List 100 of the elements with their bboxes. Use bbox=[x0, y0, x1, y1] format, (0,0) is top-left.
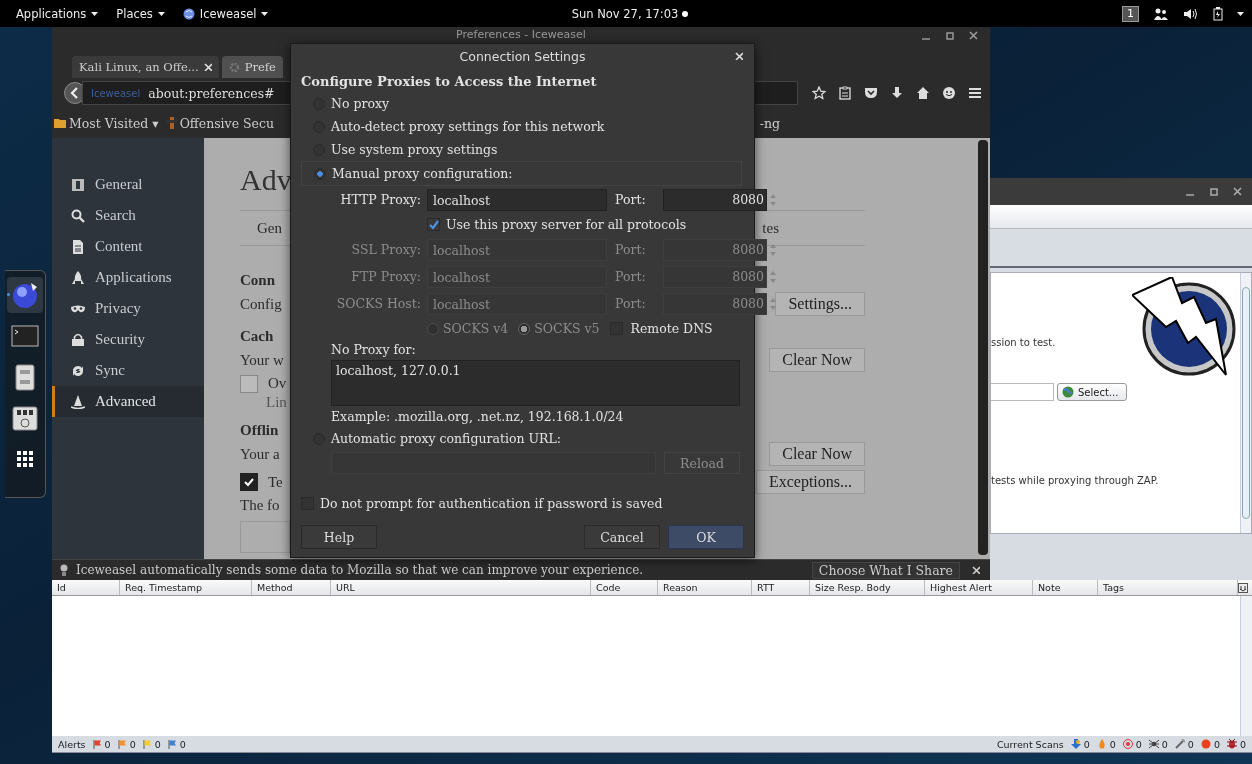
bug-icon bbox=[1226, 739, 1237, 749]
scrollbar[interactable] bbox=[978, 140, 988, 555]
option-label[interactable]: Automatic proxy configuration URL: bbox=[331, 431, 561, 446]
window-title: Preferences - Iceweasel bbox=[456, 27, 586, 43]
sidebar-item[interactable]: Content bbox=[52, 231, 204, 262]
maximize-icon[interactable] bbox=[1209, 186, 1219, 197]
alert-count: 0 bbox=[129, 738, 136, 750]
description-text: The fo bbox=[240, 497, 280, 514]
checkbox[interactable] bbox=[240, 374, 258, 393]
checkbox[interactable] bbox=[240, 473, 258, 491]
scan-count: 0 bbox=[1135, 738, 1142, 750]
ok-button[interactable]: OK bbox=[668, 525, 744, 549]
option-label[interactable]: SOCKS v4 bbox=[443, 321, 509, 336]
dialog-button[interactable]: Help bbox=[301, 525, 377, 549]
choose-button[interactable]: Choose What I Share bbox=[811, 561, 960, 579]
radio-button[interactable] bbox=[427, 322, 439, 335]
top-menu[interactable]: Applications bbox=[16, 6, 99, 21]
alert-count: 0 bbox=[154, 738, 161, 750]
sidebar-item[interactable]: Security bbox=[52, 324, 204, 355]
status-label: Alerts bbox=[58, 738, 86, 750]
action-button[interactable]: Clear Now bbox=[769, 348, 865, 372]
close-icon[interactable] bbox=[969, 31, 978, 40]
checkbox[interactable] bbox=[427, 218, 440, 231]
field-label: Port: bbox=[614, 269, 647, 284]
sidebar-item[interactable]: Search bbox=[52, 200, 204, 231]
spider-icon bbox=[1148, 739, 1159, 749]
option-label[interactable]: Auto-detect proxy settings for this network bbox=[331, 119, 605, 134]
action-button[interactable]: Settings... bbox=[775, 292, 865, 316]
sidebar-item[interactable]: Privacy bbox=[52, 293, 204, 324]
globe-icon bbox=[182, 7, 195, 20]
ball-icon bbox=[1200, 739, 1211, 749]
tab[interactable]: Gen bbox=[240, 219, 282, 237]
home-icon[interactable] bbox=[916, 86, 930, 100]
bookmark[interactable]: Most Visited ▾ bbox=[54, 115, 159, 131]
description-text: Your a bbox=[240, 445, 280, 463]
close-icon[interactable] bbox=[1233, 187, 1242, 196]
alert-count: 0 bbox=[104, 738, 111, 750]
pocket-icon[interactable] bbox=[864, 86, 878, 100]
smiley-icon[interactable] bbox=[942, 86, 956, 100]
sidebar-item[interactable]: Applications bbox=[52, 262, 204, 293]
checkbox-label[interactable]: Remote DNS bbox=[630, 321, 713, 336]
column-picker-icon[interactable] bbox=[1238, 582, 1248, 593]
browser-tab[interactable]: Kali Linux, an Offe... bbox=[72, 56, 219, 78]
scrollbar[interactable] bbox=[1240, 273, 1251, 533]
option-label[interactable]: SOCKS v5 bbox=[534, 321, 600, 336]
speaker-icon[interactable] bbox=[1183, 7, 1199, 20]
radio-button[interactable] bbox=[518, 322, 531, 335]
sidebar-item[interactable]: General bbox=[52, 169, 204, 200]
maximize-icon[interactable] bbox=[945, 31, 955, 41]
info-text: ssion to test. bbox=[991, 337, 1056, 348]
gear-icon bbox=[228, 61, 240, 73]
sidebar-item[interactable]: Sync bbox=[52, 355, 204, 386]
select-button[interactable]: Select... bbox=[1057, 383, 1128, 401]
action-button[interactable]: Exceptions... bbox=[755, 470, 865, 494]
download-icon[interactable] bbox=[890, 86, 904, 100]
field-label: Port: bbox=[614, 192, 647, 207]
workspace-indicator[interactable]: 1 bbox=[1122, 5, 1139, 22]
scrollbar[interactable] bbox=[1240, 596, 1252, 736]
notification-dot-icon bbox=[682, 10, 689, 17]
top-menu[interactable]: Iceweasel bbox=[182, 6, 269, 21]
target-icon bbox=[1122, 739, 1133, 749]
scan-count: 0 bbox=[1187, 738, 1194, 750]
dialog-button[interactable]: Cancel bbox=[584, 525, 660, 549]
bookmark[interactable]: -ng bbox=[759, 115, 780, 131]
radio-button[interactable] bbox=[314, 167, 326, 180]
clock[interactable]: Sun Nov 27, 17:03 bbox=[571, 6, 679, 21]
reload-button[interactable]: Reload bbox=[664, 452, 740, 474]
description-text: Your w bbox=[240, 351, 284, 369]
text-area[interactable]: localhost, 127.0.0.1 bbox=[331, 360, 740, 406]
bookmark[interactable]: Offensive Secu bbox=[166, 115, 275, 131]
checkbox-label[interactable]: Use this proxy server for all protocols bbox=[446, 217, 687, 232]
checkbox-label[interactable]: Ov bbox=[268, 375, 287, 392]
close-icon[interactable] bbox=[972, 566, 980, 574]
battery-icon[interactable] bbox=[1213, 6, 1223, 21]
top-menu[interactable]: Places bbox=[116, 6, 165, 21]
alert-count: 0 bbox=[179, 738, 186, 750]
option-label[interactable]: Use system proxy settings bbox=[331, 142, 498, 157]
checkbox-label[interactable]: Do not prompt for authentication if password is saved bbox=[320, 495, 663, 511]
url-text: about:preferences# bbox=[148, 85, 275, 101]
clipboard-icon[interactable] bbox=[838, 86, 852, 100]
host-field[interactable]: localhost bbox=[427, 188, 607, 211]
globe-icon bbox=[1062, 386, 1074, 398]
people-icon[interactable] bbox=[1153, 7, 1169, 20]
option-label[interactable]: No proxy bbox=[331, 96, 390, 111]
url-field[interactable] bbox=[991, 383, 1054, 401]
bulb-icon bbox=[60, 564, 68, 576]
caret-icon[interactable] bbox=[1237, 10, 1244, 17]
checkbox-label[interactable]: Te bbox=[268, 473, 283, 491]
browser-tab[interactable]: Prefe bbox=[221, 56, 283, 78]
arrow-icon bbox=[1070, 739, 1081, 749]
star-icon[interactable] bbox=[812, 86, 826, 100]
scan-count: 0 bbox=[1213, 738, 1220, 750]
column-header[interactable]: Note bbox=[1033, 580, 1098, 595]
action-button[interactable]: Clear Now bbox=[769, 442, 865, 466]
sidebar-item[interactable]: Advanced bbox=[52, 386, 204, 417]
bolt-logo-icon bbox=[1132, 277, 1236, 377]
scan-count: 0 bbox=[1161, 738, 1168, 750]
rocket-icon bbox=[71, 270, 85, 285]
menu-icon[interactable] bbox=[968, 86, 982, 100]
dialog-heading: Configure Proxies to Access the Internet bbox=[301, 73, 598, 91]
